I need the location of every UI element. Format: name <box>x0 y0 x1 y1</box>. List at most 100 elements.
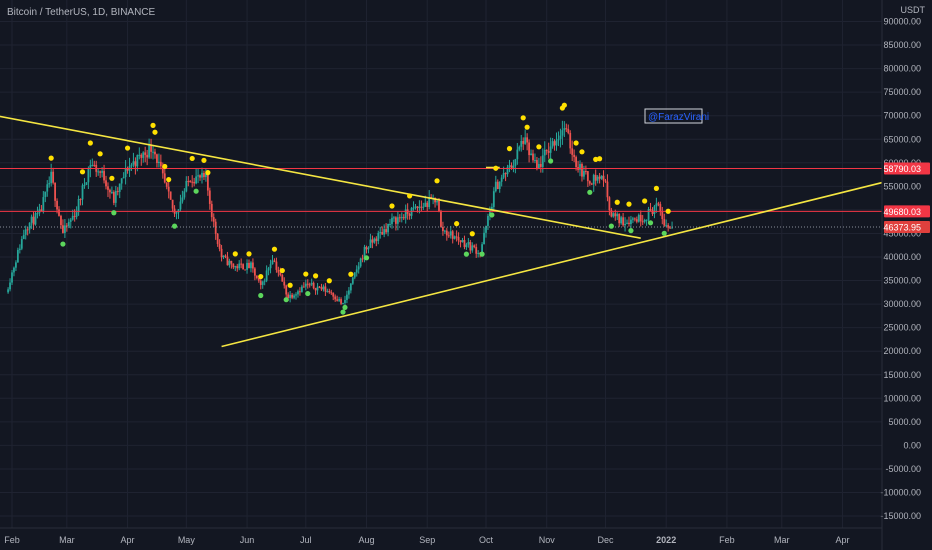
candle-body <box>332 293 335 297</box>
candle-body <box>118 183 121 192</box>
candle-body <box>246 262 248 270</box>
price-tick-label: 40000.00 <box>883 252 921 262</box>
candle-body <box>520 140 523 147</box>
price-tick-label: -15000.00 <box>880 511 921 521</box>
candle-body <box>308 284 311 286</box>
candle-body <box>361 258 364 260</box>
candle-body <box>134 161 137 167</box>
candle-body <box>22 234 25 240</box>
candle-body <box>451 231 454 239</box>
signal-dot-yellow <box>246 251 252 257</box>
signal-dot-yellow <box>271 246 278 252</box>
signal-dot-yellow <box>626 201 632 207</box>
candle-body <box>461 240 464 243</box>
candle-body <box>175 212 178 214</box>
candle-body <box>177 209 180 213</box>
candle-body <box>277 269 280 273</box>
price-tick-label: -5000.00 <box>885 464 921 474</box>
candle-body <box>289 294 292 298</box>
candle-body <box>639 214 642 222</box>
candle-body <box>314 288 317 291</box>
candle-body <box>561 130 564 136</box>
signal-dot-yellow <box>166 176 172 183</box>
candle-body <box>187 180 190 182</box>
candle-body <box>400 217 403 219</box>
candle-body <box>545 149 548 152</box>
candle-body <box>604 180 607 182</box>
price-chart[interactable]: @FarazVirani USDT 90000.00 85000.00 80000.00… <box>0 0 932 550</box>
candle-body <box>279 272 282 276</box>
candle-body <box>455 236 458 238</box>
time-tick-label: Dec <box>597 535 614 545</box>
candle-body <box>208 190 211 204</box>
candle-body <box>602 175 605 181</box>
candle-body <box>563 128 566 131</box>
candle-body <box>657 203 660 205</box>
candle-body <box>567 129 570 133</box>
candle-body <box>633 218 636 220</box>
candle-body <box>203 172 205 178</box>
candle-body <box>48 183 51 185</box>
candle-body <box>600 175 603 179</box>
candle-body <box>635 219 638 222</box>
candle-body <box>324 286 327 292</box>
candle-body <box>367 247 370 250</box>
candle-body <box>618 213 621 224</box>
price-tick-label: 90000.00 <box>883 17 921 27</box>
time-tick-label: Apr <box>121 535 135 545</box>
candle-body <box>536 160 538 169</box>
candle-body <box>79 199 82 201</box>
candle-body <box>285 285 288 295</box>
candle-body <box>56 200 58 210</box>
candle-body <box>463 240 466 248</box>
candle-body <box>547 151 550 153</box>
candle-body <box>338 299 340 301</box>
candle-body <box>502 173 505 178</box>
candle-body <box>355 269 358 273</box>
candle-body <box>647 209 650 220</box>
candle-body <box>30 216 33 223</box>
candle-body <box>120 178 123 184</box>
candle-body <box>442 226 444 232</box>
candle-body <box>267 268 270 271</box>
candle-body <box>263 280 266 282</box>
candle-body <box>649 209 652 211</box>
candle-body <box>316 286 319 291</box>
candle-body <box>148 145 151 158</box>
signal-dot-yellow <box>536 144 542 150</box>
candle-body <box>391 217 393 224</box>
signal-dot-green <box>628 228 634 234</box>
price-tick-label: 65000.00 <box>883 134 921 144</box>
candle-body <box>369 239 372 248</box>
candle-body <box>614 213 617 217</box>
candle-body <box>83 184 86 186</box>
signal-dot-yellow <box>524 124 530 130</box>
signal-dot-green <box>647 220 654 226</box>
candle-body <box>512 165 515 168</box>
candle-body <box>586 171 589 182</box>
candle-body <box>291 294 293 298</box>
signal-dot-yellow <box>573 140 579 146</box>
candle-body <box>265 270 268 281</box>
candle-body <box>212 217 215 222</box>
candle-body <box>500 177 503 182</box>
signal-dot-green <box>258 292 264 299</box>
candle-body <box>373 238 376 243</box>
candle-body <box>197 175 199 177</box>
candle-body <box>592 174 595 185</box>
candle-body <box>13 267 15 273</box>
candle-body <box>224 255 227 257</box>
candle-body <box>167 186 170 192</box>
candle-body <box>18 248 21 250</box>
candle-body <box>220 248 223 258</box>
candle-body <box>122 177 125 179</box>
candle-body <box>81 185 84 200</box>
signal-dot-yellow <box>87 140 93 146</box>
candle-body <box>163 173 166 183</box>
candle-body <box>414 206 417 208</box>
time-tick-label: Aug <box>359 535 375 545</box>
candle-body <box>152 151 154 153</box>
price-tick-label: 30000.00 <box>883 299 921 309</box>
candle-body <box>571 148 574 155</box>
time-tick-label: Jul <box>300 535 312 545</box>
